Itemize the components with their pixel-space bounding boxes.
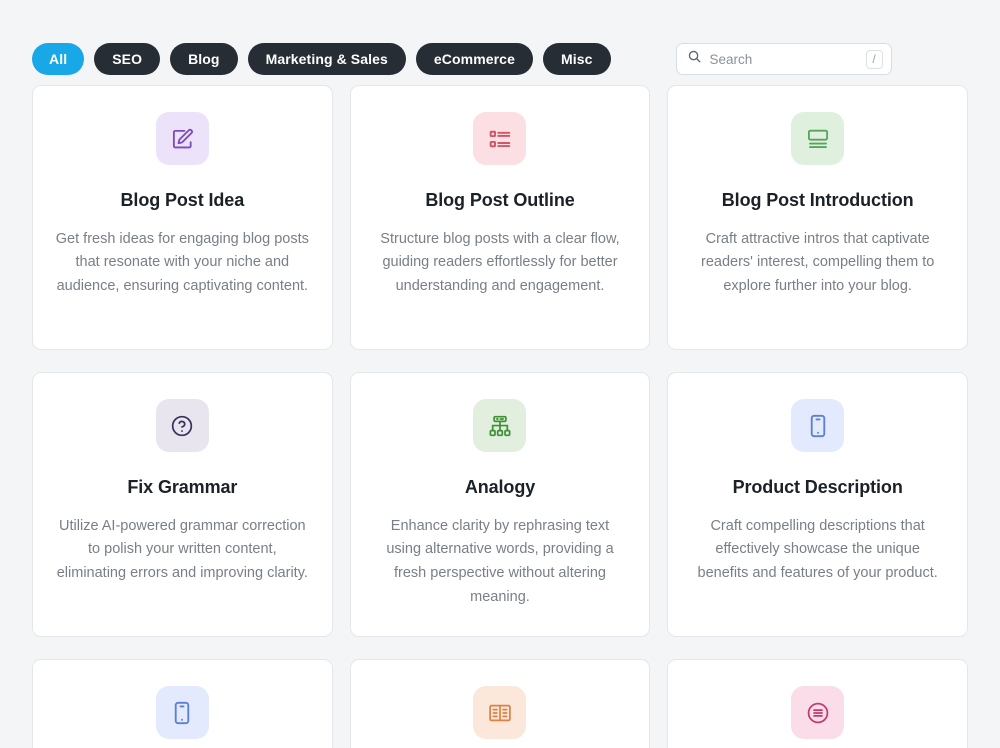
card-title: Fix Grammar — [127, 476, 237, 499]
card-description: Craft attractive intros that captivate r… — [690, 228, 945, 300]
filter-pill-label: Misc — [561, 51, 593, 67]
open-book-icon — [473, 686, 526, 739]
filter-pill-ecommerce[interactable]: eCommerce — [416, 43, 533, 75]
filter-pill-all[interactable]: All — [32, 43, 84, 75]
card-title: Blog Post Outline — [425, 189, 574, 212]
card-title: Blog Post Idea — [121, 189, 245, 212]
filter-pill-label: Marketing & Sales — [266, 51, 388, 67]
search-box[interactable]: / — [676, 43, 892, 75]
edit-square-icon — [156, 112, 209, 165]
card-description: Structure blog posts with a clear flow, … — [373, 228, 628, 300]
search-shortcut-key: / — [866, 50, 883, 69]
smartphone-icon — [156, 686, 209, 739]
template-card[interactable]: Blog Post Idea Get fresh ideas for engag… — [32, 85, 333, 350]
card-description: Enhance clarity by rephrasing text using… — [373, 515, 628, 611]
filter-toolbar: All SEO Blog Marketing & Sales eCommerce… — [32, 0, 968, 85]
card-description: Get fresh ideas for engaging blog posts … — [55, 228, 310, 300]
filter-pill-label: eCommerce — [434, 51, 515, 67]
filter-pill-label: All — [49, 51, 67, 67]
article-layout-icon — [791, 112, 844, 165]
template-card[interactable]: Product Description Craft compelling des… — [667, 372, 968, 637]
filter-pill-label: SEO — [112, 51, 142, 67]
template-card[interactable] — [667, 659, 968, 748]
template-card[interactable] — [350, 659, 651, 748]
template-card[interactable]: Analogy Enhance clarity by rephrasing te… — [350, 372, 651, 637]
template-card[interactable]: Fix Grammar Utilize AI-powered grammar c… — [32, 372, 333, 637]
template-card[interactable]: Blog Post Introduction Craft attractive … — [667, 85, 968, 350]
search-input[interactable] — [710, 52, 858, 67]
card-description: Utilize AI-powered grammar correction to… — [55, 515, 310, 587]
card-title: Analogy — [465, 476, 535, 499]
card-title: Product Description — [733, 476, 903, 499]
circle-lines-icon — [791, 686, 844, 739]
search-container: / — [676, 43, 892, 75]
template-card-grid: Blog Post Idea Get fresh ideas for engag… — [32, 85, 968, 748]
search-icon — [687, 49, 702, 69]
templates-page: All SEO Blog Marketing & Sales eCommerce… — [0, 0, 1000, 748]
template-card[interactable]: Blog Post Outline Structure blog posts w… — [350, 85, 651, 350]
card-title: Blog Post Introduction — [722, 189, 914, 212]
hierarchy-icon — [473, 399, 526, 452]
filter-pill-label: Blog — [188, 51, 220, 67]
filter-pill-marketing-and-sales[interactable]: Marketing & Sales — [248, 43, 406, 75]
smartphone-icon — [791, 399, 844, 452]
filter-pill-blog[interactable]: Blog — [170, 43, 238, 75]
question-circle-icon — [156, 399, 209, 452]
filter-pill-misc[interactable]: Misc — [543, 43, 611, 75]
card-description: Craft compelling descriptions that effec… — [690, 515, 945, 587]
list-outline-icon — [473, 112, 526, 165]
filter-pill-seo[interactable]: SEO — [94, 43, 160, 75]
template-card[interactable] — [32, 659, 333, 748]
